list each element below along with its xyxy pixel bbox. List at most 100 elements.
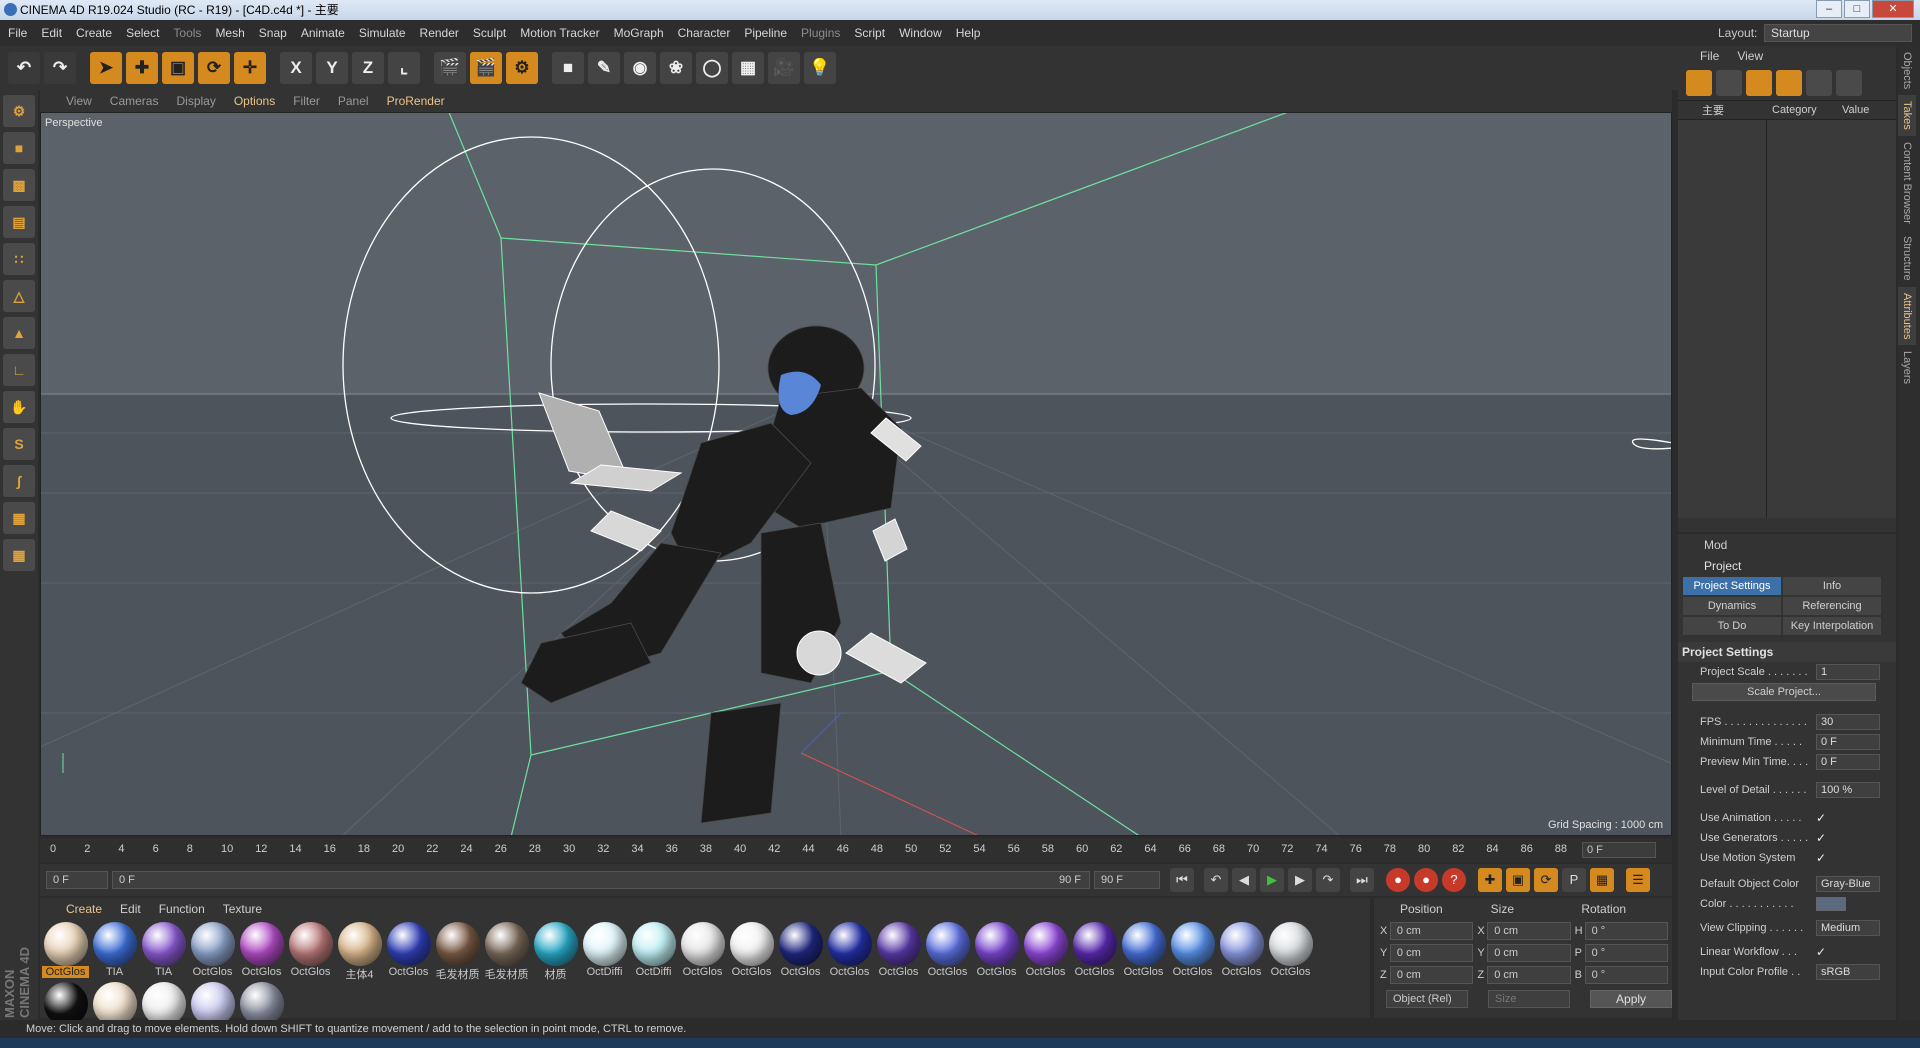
- move-tool[interactable]: ✚: [126, 52, 158, 84]
- y-axis-lock-button[interactable]: Y: [316, 52, 348, 84]
- material-swatch[interactable]: OctGlos: [679, 922, 726, 982]
- object-list-divider[interactable]: [1766, 120, 1767, 518]
- material-swatch[interactable]: OctGlos: [973, 922, 1020, 982]
- menu-plugins[interactable]: Plugins: [801, 26, 840, 40]
- maximize-button[interactable]: □: [1844, 0, 1870, 18]
- material-swatch[interactable]: OctGlos: [924, 922, 971, 982]
- minimize-button[interactable]: –: [1816, 0, 1842, 18]
- viewport-menu-display[interactable]: Display: [176, 94, 215, 108]
- side-tab-takes[interactable]: Takes: [1898, 95, 1916, 137]
- size-field[interactable]: 0 cm: [1487, 944, 1571, 962]
- material-swatch[interactable]: OctGlos: [1267, 922, 1314, 982]
- workplane-icon[interactable]: ▤: [3, 206, 35, 238]
- record-position-icon[interactable]: ✚: [1478, 868, 1502, 892]
- render-settings-button[interactable]: ⚙: [506, 52, 538, 84]
- keyframe-selection-icon[interactable]: ?: [1442, 868, 1466, 892]
- object-menu-view[interactable]: View: [1737, 49, 1763, 63]
- size-field[interactable]: 0 cm: [1487, 966, 1571, 984]
- menu-mesh[interactable]: Mesh: [215, 26, 244, 40]
- go-to-end-icon[interactable]: ⏭: [1350, 868, 1374, 892]
- live-selection-tool[interactable]: ➤: [90, 52, 122, 84]
- side-tab-layers[interactable]: Layers: [1898, 345, 1916, 390]
- use-motion-system-checkbox[interactable]: ✓: [1816, 851, 1830, 865]
- viewport-menu-view[interactable]: View: [66, 94, 92, 108]
- material-tab-texture[interactable]: Texture: [223, 902, 262, 916]
- texture-mode-icon[interactable]: ▩: [3, 169, 35, 201]
- material-swatch[interactable]: TIA: [140, 922, 187, 982]
- record-scale-icon[interactable]: ▣: [1506, 868, 1530, 892]
- preview-min-time-field[interactable]: 0 F: [1816, 754, 1880, 770]
- attribute-tab-key-interpolation[interactable]: Key Interpolation: [1783, 617, 1881, 635]
- take-render-icon[interactable]: [1806, 70, 1832, 96]
- view-clipping-dropdown[interactable]: Medium: [1816, 920, 1880, 936]
- material-swatch[interactable]: OctGlos: [777, 922, 824, 982]
- material-swatch[interactable]: OctGlos: [728, 922, 775, 982]
- material-swatch[interactable]: 毛发材质: [434, 922, 481, 982]
- transform-tool[interactable]: ✛: [234, 52, 266, 84]
- object-menu-file[interactable]: File: [1700, 49, 1719, 63]
- side-tab-content-browser[interactable]: Content Browser: [1898, 136, 1916, 230]
- level-of-detail-field[interactable]: 100 %: [1816, 782, 1880, 798]
- menu-help[interactable]: Help: [956, 26, 981, 40]
- tweak-mode-icon[interactable]: ✋: [3, 391, 35, 423]
- attribute-tab-info[interactable]: Info: [1783, 577, 1881, 595]
- next-key-icon[interactable]: ↷: [1316, 868, 1340, 892]
- start-frame-field[interactable]: 0 F: [46, 871, 108, 889]
- minimum-time-field[interactable]: 0 F: [1816, 734, 1880, 750]
- previous-key-icon[interactable]: ↶: [1204, 868, 1228, 892]
- make-editable-icon[interactable]: ⚙: [3, 95, 35, 127]
- record-active-objects-icon[interactable]: ●: [1386, 868, 1410, 892]
- material-swatch[interactable]: 毛发材质: [483, 922, 530, 982]
- side-tab-structure[interactable]: Structure: [1898, 230, 1916, 287]
- size-field[interactable]: 0 cm: [1487, 922, 1571, 940]
- default-object-color-dropdown[interactable]: Gray-Blue: [1816, 876, 1880, 892]
- attribute-tab-to-do[interactable]: To Do: [1683, 617, 1781, 635]
- subdivision-icon[interactable]: ◉: [624, 52, 656, 84]
- take-auto-icon[interactable]: [1776, 70, 1802, 96]
- menu-mograph[interactable]: MoGraph: [614, 26, 664, 40]
- material-swatch[interactable]: OctGlos: [1169, 922, 1216, 982]
- go-to-start-icon[interactable]: ⏮: [1170, 868, 1194, 892]
- render-view-button[interactable]: 🎬: [434, 52, 466, 84]
- menu-animate[interactable]: Animate: [301, 26, 345, 40]
- material-swatch[interactable]: OctGlos: [287, 922, 334, 982]
- record-parameter-icon[interactable]: P: [1562, 868, 1586, 892]
- polygons-mode-icon[interactable]: ▲: [3, 317, 35, 349]
- rotate-tool[interactable]: ⟳: [198, 52, 230, 84]
- scale-project-button[interactable]: Scale Project...: [1692, 683, 1876, 701]
- autokeying-icon[interactable]: ●: [1414, 868, 1438, 892]
- floor-scene-icon[interactable]: ▦: [732, 52, 764, 84]
- position-field[interactable]: 0 cm: [1389, 966, 1474, 984]
- workplane-lock-icon[interactable]: ▦: [3, 502, 35, 534]
- use-generators-checkbox[interactable]: ✓: [1816, 831, 1830, 845]
- snapping-icon[interactable]: ∫: [3, 465, 35, 497]
- viewport-menu-options[interactable]: Options: [234, 94, 275, 108]
- menu-sculpt[interactable]: Sculpt: [473, 26, 506, 40]
- position-field[interactable]: 0 cm: [1389, 944, 1474, 962]
- material-swatch[interactable]: OctGlos: [189, 922, 236, 982]
- solo-mode-icon[interactable]: S: [3, 428, 35, 460]
- workplane-axis-icon[interactable]: ▦: [3, 539, 35, 571]
- play-forward-icon[interactable]: ▶: [1260, 868, 1284, 892]
- material-swatch[interactable]: OctGlos: [826, 922, 873, 982]
- material-swatch[interactable]: OctDiffi: [630, 922, 677, 982]
- menu-render[interactable]: Render: [420, 26, 459, 40]
- perspective-viewport[interactable]: Perspective Grid Spacing : 1000 cm: [40, 112, 1672, 836]
- points-mode-icon[interactable]: ∷: [3, 243, 35, 275]
- record-pla-icon[interactable]: ▦: [1590, 868, 1614, 892]
- cube-object-icon[interactable]: ■: [552, 52, 584, 84]
- undo-button[interactable]: ↶: [8, 52, 40, 84]
- previous-frame-icon[interactable]: ◀: [1232, 868, 1256, 892]
- menu-tools[interactable]: Tools: [173, 26, 201, 40]
- current-frame-field[interactable]: 0 F: [1582, 842, 1656, 858]
- axis-mode-icon[interactable]: ∟: [3, 354, 35, 386]
- rotation-field[interactable]: 0 °: [1584, 944, 1668, 962]
- render-picture-viewer-button[interactable]: 🎬: [470, 52, 502, 84]
- menu-motion-tracker[interactable]: Motion Tracker: [520, 26, 599, 40]
- model-mode-icon[interactable]: ■: [3, 132, 35, 164]
- coordinate-mode-dropdown[interactable]: Object (Rel): [1386, 990, 1469, 1008]
- linear-workflow-checkbox[interactable]: ✓: [1816, 945, 1830, 959]
- deformer-icon[interactable]: ◯: [696, 52, 728, 84]
- preview-range-slider[interactable]: 0 F 90 F: [112, 871, 1090, 889]
- menu-window[interactable]: Window: [899, 26, 942, 40]
